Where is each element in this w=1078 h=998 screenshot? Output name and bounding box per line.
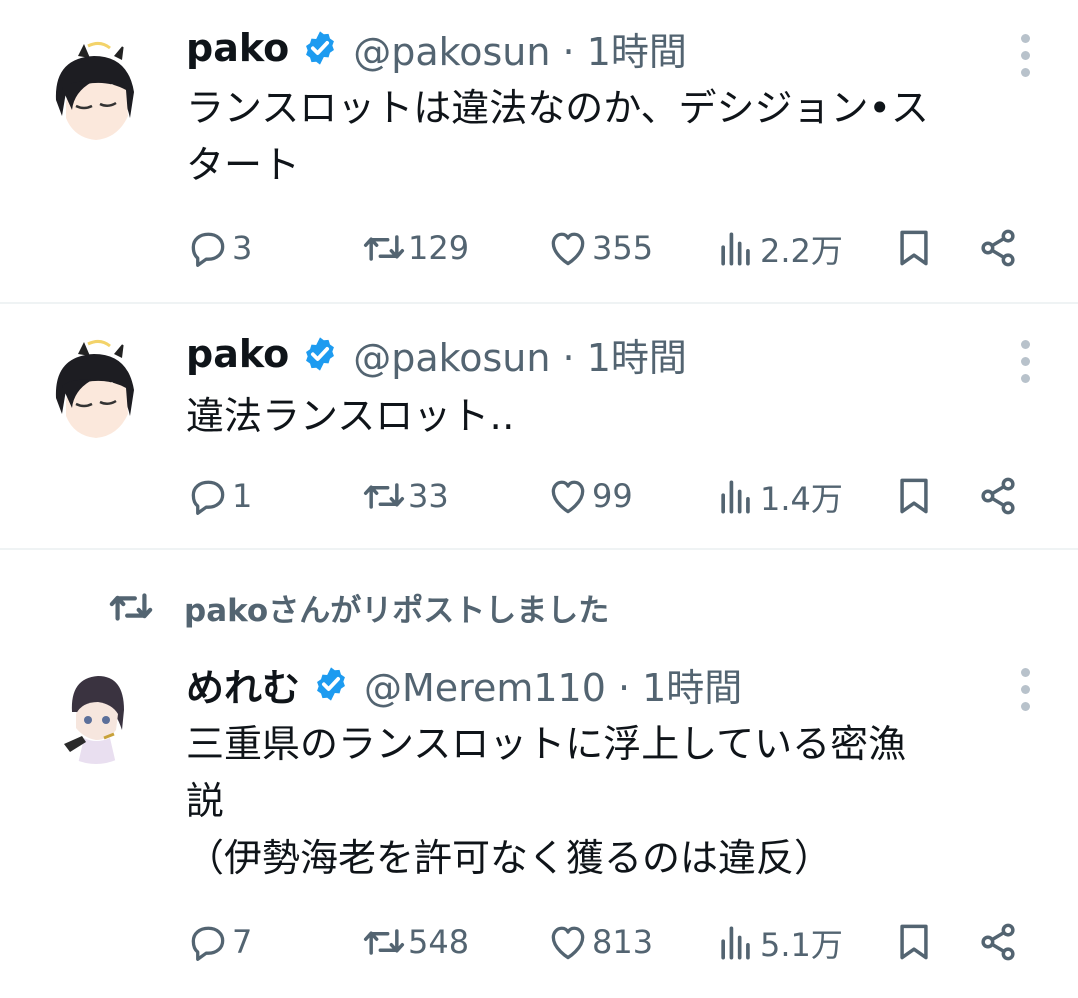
display-name[interactable]: pako	[186, 26, 289, 70]
verified-badge-icon	[317, 667, 345, 701]
tweet-text-line: ランスロットは違法なのか、デシジョン•ス	[186, 86, 929, 130]
reply-button[interactable]: 3	[186, 226, 252, 270]
like-icon	[551, 926, 585, 960]
verified-badge-icon	[306, 337, 335, 371]
like-button[interactable]: 99	[546, 474, 633, 518]
handle-and-time[interactable]: @Merem110 · 1時間	[364, 657, 742, 712]
like-icon	[551, 232, 585, 266]
bookmark-button[interactable]	[892, 920, 936, 964]
reply-button[interactable]: 7	[186, 920, 252, 964]
like-button[interactable]: 813	[546, 920, 653, 964]
views-count: 1.4万	[760, 480, 843, 518]
repost-button[interactable]: 33	[362, 474, 449, 518]
repost-count: 548	[408, 923, 470, 961]
tweet-text: 三重県のランスロットに浮上している密漁 説 （伊勢海老を許可なく獲るのは違反）	[186, 716, 906, 887]
repost-count: 33	[408, 477, 449, 515]
reply-icon	[191, 480, 225, 515]
handle-and-time[interactable]: @pakosun · 1時間	[353, 327, 687, 382]
display-name[interactable]: めれむ	[186, 657, 300, 712]
reply-icon	[191, 232, 225, 267]
bookmark-button[interactable]	[892, 226, 936, 270]
repost-button[interactable]: 548	[362, 920, 469, 964]
avatar-image	[44, 660, 148, 764]
tweet-header: めれむ @Merem110 · 1時間	[186, 654, 742, 714]
reply-count: 1	[232, 477, 253, 515]
tweet-actions: 1 33 99 1.4万	[0, 474, 1078, 522]
share-icon	[981, 923, 1015, 961]
share-button[interactable]	[976, 226, 1020, 270]
like-count: 99	[592, 477, 633, 515]
views-icon	[721, 926, 750, 960]
tweet-text: 違法ランスロット‥	[186, 388, 515, 445]
repost-count: 129	[408, 229, 470, 267]
avatar[interactable]	[44, 660, 148, 764]
tweet-3[interactable]: めれむ @Merem110 · 1時間 三重県のランスロットに浮上している密漁 …	[0, 550, 1078, 998]
repost-icon	[363, 483, 405, 509]
views-button[interactable]: 2.2万	[714, 226, 843, 272]
views-icon	[721, 232, 750, 266]
views-count: 5.1万	[760, 926, 843, 964]
tweet-1[interactable]: pako @pakosun · 1時間 ランスロットは違法なのか、デシジョン•ス…	[0, 0, 1078, 302]
tweet-text-line: 違法ランスロット‥	[186, 394, 515, 438]
reply-icon	[191, 926, 225, 961]
like-icon	[551, 480, 585, 514]
verified-badge-icon	[306, 31, 335, 65]
views-count: 2.2万	[760, 232, 843, 270]
tweet-header: pako @pakosun · 1時間	[186, 18, 687, 78]
bookmark-icon	[900, 924, 928, 960]
tweet-actions: 3 129 355 2.2万	[0, 226, 1078, 274]
views-icon	[721, 480, 750, 514]
share-icon	[981, 229, 1015, 267]
repost-icon	[363, 235, 405, 261]
like-count: 813	[592, 923, 654, 961]
share-icon	[981, 477, 1015, 515]
more-icon[interactable]	[1018, 340, 1032, 383]
avatar-image	[38, 336, 148, 446]
display-name[interactable]: pako	[186, 332, 289, 376]
reply-count: 3	[232, 229, 253, 267]
avatar[interactable]	[38, 336, 148, 446]
share-button[interactable]	[976, 474, 1020, 518]
bookmark-icon	[900, 230, 928, 266]
avatar-image	[38, 38, 148, 148]
tweet-2[interactable]: pako @pakosun · 1時間 違法ランスロット‥ 1 33 99 1.…	[0, 304, 1078, 548]
tweet-text-line: 三重県のランスロットに浮上している密漁	[186, 722, 907, 766]
share-button[interactable]	[976, 920, 1020, 964]
repost-button[interactable]: 129	[362, 226, 469, 270]
like-count: 355	[592, 229, 654, 267]
more-icon[interactable]	[1018, 668, 1032, 711]
bookmark-button[interactable]	[892, 474, 936, 518]
tweet-header: pako @pakosun · 1時間	[186, 324, 687, 384]
bookmark-icon	[900, 478, 928, 514]
reply-count: 7	[232, 923, 253, 961]
tweet-text-line: （伊勢海老を許可なく獲るのは違反）	[186, 836, 833, 880]
views-button[interactable]: 5.1万	[714, 920, 843, 966]
avatar[interactable]	[38, 38, 148, 148]
repost-icon	[363, 929, 405, 955]
tweet-text: ランスロットは違法なのか、デシジョン•ス タート	[186, 80, 929, 194]
handle-and-time[interactable]: @pakosun · 1時間	[353, 21, 687, 76]
tweet-text-line: タート	[186, 143, 301, 187]
views-button[interactable]: 1.4万	[714, 474, 843, 520]
reply-button[interactable]: 1	[186, 474, 252, 518]
like-button[interactable]: 355	[546, 226, 653, 270]
tweet-actions: 7 548 813 5.1万	[0, 920, 1078, 968]
tweet-text-line: 説	[186, 779, 225, 823]
more-icon[interactable]	[1018, 34, 1032, 77]
